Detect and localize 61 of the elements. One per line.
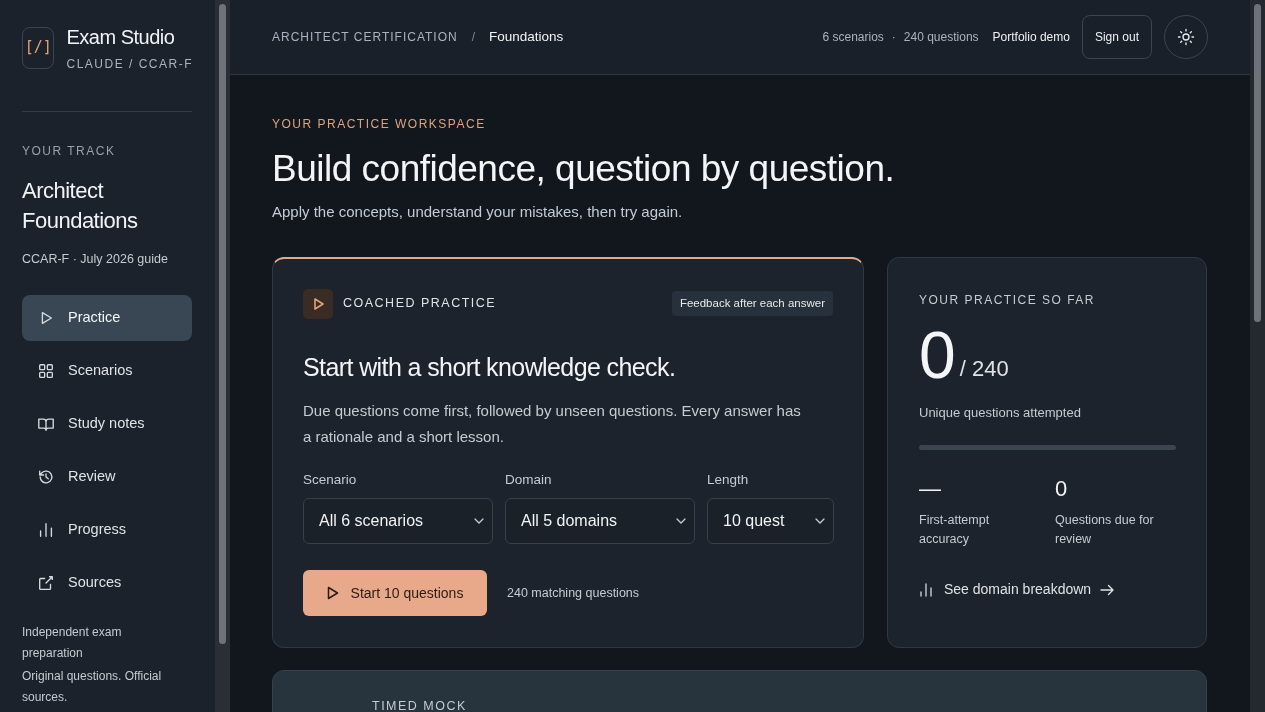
sun-icon [1177, 28, 1195, 46]
nav-item[interactable]: Scenarios [22, 347, 192, 394]
header-stat: 240 questions [903, 29, 979, 46]
nav-item[interactable]: Review [22, 453, 192, 500]
logo-icon: [/] [22, 26, 55, 69]
chevron-down-icon [676, 518, 686, 525]
match-count: 240 matching questions [507, 584, 640, 602]
feedback-tag: Feedback after each answer [671, 290, 833, 317]
app-name: Exam Studio [66, 25, 176, 50]
external-link-icon [37, 573, 55, 592]
start-button[interactable]: Start 10 questions [303, 570, 487, 617]
page-subtitle: Apply the concepts, understand your mistakes, then try again. [272, 202, 684, 222]
metric-value: — [919, 475, 942, 503]
track-meta: CCAR-F · July 2026 guide [22, 251, 169, 268]
nav-item[interactable]: Practice [22, 294, 192, 341]
card-label: TIMED MOCK [372, 698, 467, 712]
track-title: Architect Foundations [22, 177, 139, 235]
select-field[interactable]: 10 quest [707, 498, 834, 545]
card-label: COACHED PRACTICE [343, 295, 497, 313]
footer-note: Independent exam preparation [22, 624, 123, 662]
field-label: Domain [505, 471, 553, 489]
select-field[interactable]: All 6 scenarios [303, 498, 493, 545]
count-caption: Unique questions attempted [919, 403, 1082, 422]
chevron-down-icon [474, 518, 484, 525]
metric-value: 0 [1055, 475, 1069, 503]
nav-item[interactable]: Study notes [22, 400, 192, 447]
field-label: Length [707, 471, 750, 489]
section-label: YOUR TRACK [22, 143, 117, 160]
arrow-right-icon [1100, 583, 1116, 596]
footer-note: Original questions. Official sources. [22, 668, 163, 706]
scrollbar[interactable] [215, 0, 230, 712]
nav-item[interactable]: Progress [22, 506, 192, 553]
play-icon [303, 288, 333, 319]
metric-caption: Questions due for review [1055, 512, 1155, 548]
breadcrumb-separator: / [471, 29, 476, 46]
app-subtitle: CLAUDE / CCAR-F [66, 56, 193, 73]
bar-chart-icon [919, 581, 935, 598]
scrollbar[interactable] [1250, 0, 1265, 712]
account-name: Portfolio demo [992, 29, 1070, 46]
card-label: YOUR PRACTICE SO FAR [919, 291, 1097, 309]
page-title: Build confidence, question by question. [272, 147, 896, 191]
eyebrow-label: YOUR PRACTICE WORKSPACE [272, 116, 487, 133]
select-field[interactable]: All 5 domains [505, 498, 695, 545]
chevron-down-icon [815, 518, 825, 525]
attempted-count: 0 [919, 322, 956, 387]
domain-breakdown-link[interactable]: See domain breakdown [919, 579, 1175, 600]
card-title: Start with a short knowledge check. [303, 351, 677, 383]
separator-dot: · [891, 29, 896, 46]
play-icon [326, 586, 339, 601]
history-icon [37, 467, 55, 486]
header-stat: 6 scenarios [822, 29, 884, 46]
nav-item[interactable]: Sources [22, 559, 192, 606]
field-label: Scenario [303, 471, 358, 489]
breadcrumb-item[interactable]: ARCHITECT CERTIFICATION [272, 28, 458, 46]
grid-icon [37, 361, 55, 380]
breadcrumb-item: Foundations [489, 27, 564, 46]
card-description: Due questions come first, followed by unseen questions. Every answer has a rationale and a short lesson. [303, 401, 802, 447]
bar-chart-icon [37, 520, 55, 539]
metric-caption: First-attempt accuracy [919, 512, 991, 548]
total-count: / 240 [959, 354, 1009, 383]
sign-out-button[interactable]: Sign out [1081, 15, 1152, 59]
